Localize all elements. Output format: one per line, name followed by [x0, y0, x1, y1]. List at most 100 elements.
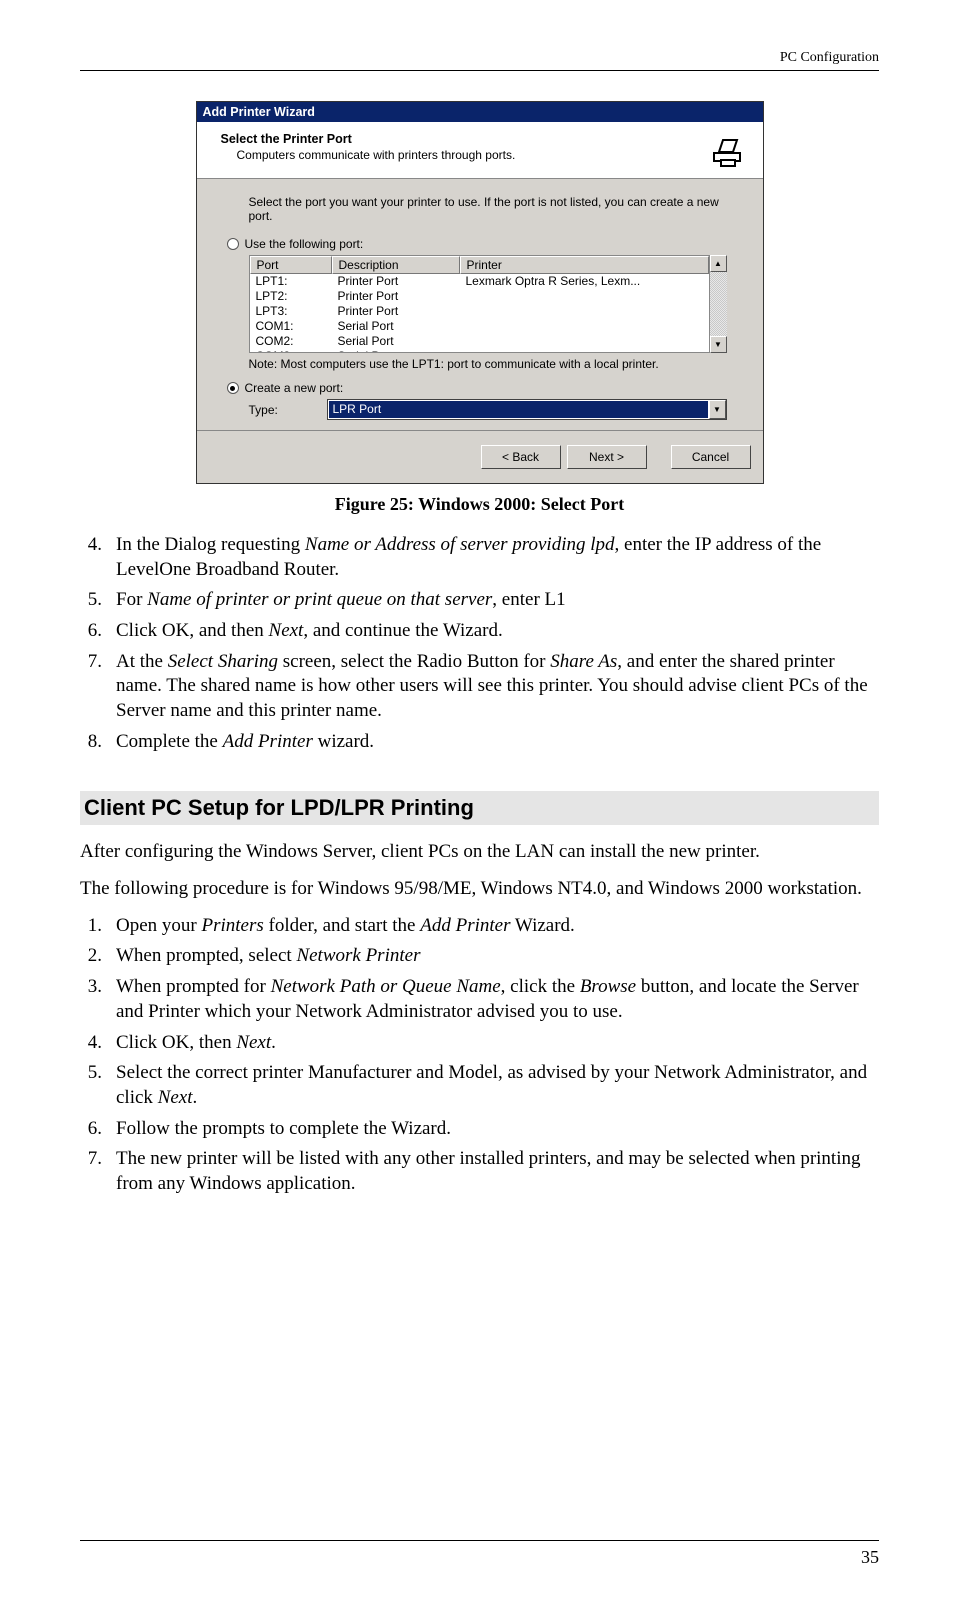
- radio-icon: [227, 382, 239, 394]
- list-item: 3. When prompted for Network Path or Queu…: [80, 975, 879, 1024]
- step-text: Complete the Add Printer wizard.: [116, 730, 879, 755]
- cell-printer: [460, 304, 709, 319]
- radio-use-label: Use the following port:: [245, 237, 364, 251]
- table-row[interactable]: COM1:Serial Port: [250, 319, 709, 334]
- step-number: 6.: [80, 619, 102, 644]
- cell-port: COM2:: [250, 334, 332, 349]
- wizard-subheading: Computers communicate with printers thro…: [221, 148, 707, 162]
- table-header: Port Description Printer: [250, 256, 709, 274]
- list-item: 7. The new printer will be listed with an…: [80, 1147, 879, 1196]
- radio-create-port[interactable]: Create a new port:: [227, 381, 727, 395]
- type-label: Type:: [249, 403, 309, 417]
- para-1: After configuring the Windows Server, cl…: [80, 839, 879, 865]
- cell-port: COM1:: [250, 319, 332, 334]
- scrollbar[interactable]: ▲ ▼: [710, 255, 727, 353]
- col-desc[interactable]: Description: [332, 256, 460, 274]
- cancel-button[interactable]: Cancel: [671, 445, 751, 469]
- type-combo[interactable]: LPR Port ▼: [327, 399, 727, 420]
- cell-printer: [460, 349, 709, 352]
- page-number: 35: [80, 1547, 879, 1568]
- step-text: Click OK, and then Next, and continue th…: [116, 619, 879, 644]
- cell-printer: [460, 289, 709, 304]
- cell-desc: Serial Port: [332, 349, 460, 352]
- chevron-down-icon[interactable]: ▼: [709, 400, 726, 419]
- list-item: 7.At the Select Sharing screen, select t…: [80, 650, 879, 724]
- list-item: 4. In the Dialog requesting Name or Addre…: [80, 533, 879, 582]
- step-number: 5.: [80, 588, 102, 613]
- list-item: 6. Click OK, and then Next, and continue …: [80, 619, 879, 644]
- list-item: 4. Click OK, then Next.: [80, 1031, 879, 1056]
- next-button[interactable]: Next >: [567, 445, 647, 469]
- col-port[interactable]: Port: [250, 256, 332, 274]
- wizard-intro: Select the port you want your printer to…: [249, 195, 727, 223]
- cell-port: LPT3:: [250, 304, 332, 319]
- list-item: 6. Follow the prompts to complete the Wiz…: [80, 1117, 879, 1142]
- cell-desc: Printer Port: [332, 304, 460, 319]
- cell-port: LPT2:: [250, 289, 332, 304]
- wizard-titlebar: Add Printer Wizard: [197, 102, 763, 122]
- step-number: 5.: [80, 1061, 102, 1110]
- step-text: The new printer will be listed with any …: [116, 1147, 879, 1196]
- step-number: 7.: [80, 650, 102, 724]
- step-text: In the Dialog requesting Name or Address…: [116, 533, 879, 582]
- cell-desc: Printer Port: [332, 289, 460, 304]
- table-row[interactable]: COM3:Serial Port: [250, 349, 709, 352]
- header-right: PC Configuration: [80, 50, 879, 66]
- step-text: Open your Printers folder, and start the…: [116, 914, 879, 939]
- table-row[interactable]: COM2:Serial Port: [250, 334, 709, 349]
- scroll-down-icon[interactable]: ▼: [710, 336, 727, 353]
- cell-port: COM3:: [250, 349, 332, 352]
- radio-use-port[interactable]: Use the following port:: [227, 237, 727, 251]
- wizard-footer: < Back Next > Cancel: [197, 430, 763, 483]
- back-button[interactable]: < Back: [481, 445, 561, 469]
- step-number: 4.: [80, 1031, 102, 1056]
- section-title: Client PC Setup for LPD/LPR Printing: [80, 791, 879, 825]
- step-text: At the Select Sharing screen, select the…: [116, 650, 879, 724]
- list-item: 1. Open your Printers folder, and start t…: [80, 914, 879, 939]
- step-text: When prompted for Network Path or Queue …: [116, 975, 879, 1024]
- footer-rule: [80, 1540, 879, 1541]
- wizard-dialog: Add Printer Wizard Select the Printer Po…: [196, 101, 764, 484]
- port-table: Port Description Printer LPT1:Printer Po…: [249, 255, 727, 353]
- table-row[interactable]: LPT1:Printer PortLexmark Optra R Series,…: [250, 274, 709, 289]
- step-text: Select the correct printer Manufacturer …: [116, 1061, 879, 1110]
- step-number: 6.: [80, 1117, 102, 1142]
- list-item: 2. When prompted, select Network Printer: [80, 944, 879, 969]
- printer-icon: [707, 132, 747, 172]
- step-number: 8.: [80, 730, 102, 755]
- cell-printer: [460, 319, 709, 334]
- step-text: Follow the prompts to complete the Wizar…: [116, 1117, 879, 1142]
- step-text: Click OK, then Next.: [116, 1031, 879, 1056]
- table-row[interactable]: LPT3:Printer Port: [250, 304, 709, 319]
- cell-desc: Serial Port: [332, 319, 460, 334]
- wizard-header: Select the Printer Port Computers commun…: [197, 122, 763, 179]
- cell-printer: Lexmark Optra R Series, Lexm...: [460, 274, 709, 289]
- table-row[interactable]: LPT2:Printer Port: [250, 289, 709, 304]
- scroll-up-icon[interactable]: ▲: [710, 255, 727, 272]
- step-text: When prompted, select Network Printer: [116, 944, 879, 969]
- step-number: 1.: [80, 914, 102, 939]
- col-printer[interactable]: Printer: [460, 256, 709, 274]
- step-number: 4.: [80, 533, 102, 582]
- type-value: LPR Port: [329, 401, 708, 418]
- wizard-heading: Select the Printer Port: [221, 132, 707, 146]
- step-number: 2.: [80, 944, 102, 969]
- steps-list-b: 1. Open your Printers folder, and start t…: [80, 914, 879, 1197]
- cell-port: LPT1:: [250, 274, 332, 289]
- cell-printer: [460, 334, 709, 349]
- scroll-track[interactable]: [710, 272, 727, 336]
- cell-desc: Printer Port: [332, 274, 460, 289]
- cell-desc: Serial Port: [332, 334, 460, 349]
- list-item: 5. For Name of printer or print queue on …: [80, 588, 879, 613]
- header-rule: [80, 70, 879, 71]
- step-number: 3.: [80, 975, 102, 1024]
- steps-list-a: 4. In the Dialog requesting Name or Addre…: [80, 533, 879, 755]
- step-text: For Name of printer or print queue on th…: [116, 588, 879, 613]
- para-2: The following procedure is for Windows 9…: [80, 876, 879, 902]
- list-item: 8. Complete the Add Printer wizard.: [80, 730, 879, 755]
- radio-icon: [227, 238, 239, 250]
- list-item: 5. Select the correct printer Manufacture…: [80, 1061, 879, 1110]
- radio-create-label: Create a new port:: [245, 381, 344, 395]
- port-note: Note: Most computers use the LPT1: port …: [249, 357, 727, 371]
- step-number: 7.: [80, 1147, 102, 1196]
